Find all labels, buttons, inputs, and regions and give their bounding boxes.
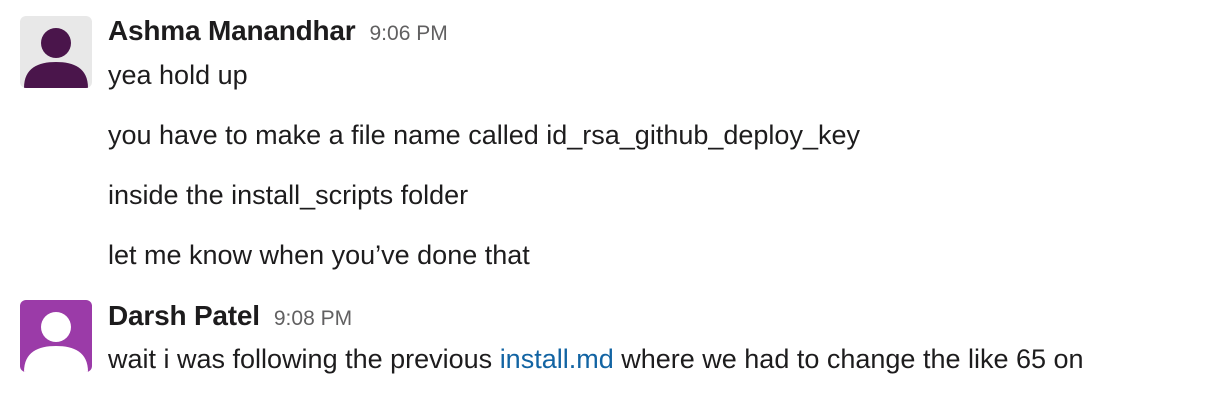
message-group-darsh: Darsh Patel 9:08 PM wait i was following … xyxy=(0,290,1226,404)
user-avatar-icon xyxy=(20,300,92,372)
sender-name[interactable]: Ashma Manandhar xyxy=(108,15,356,46)
message-text: inside the install_scripts folder xyxy=(108,180,469,210)
message-text-segment: wait i was following the previous xyxy=(108,344,500,374)
message-text: yea hold up xyxy=(108,60,248,90)
install-md-link[interactable]: install.md xyxy=(500,344,614,374)
message-text: wait i was following the previous instal… xyxy=(108,344,1084,375)
message-text: you have to make a file name called id_r… xyxy=(108,120,860,150)
message-text-segment: where we had to change the like 65 on xyxy=(613,344,1084,374)
timestamp[interactable]: 9:08 PM xyxy=(274,307,352,330)
message-group-ashma: Ashma Manandhar 9:06 PM yea hold up you h… xyxy=(0,0,1226,290)
avatar[interactable] xyxy=(20,16,92,88)
sender-name[interactable]: Darsh Patel xyxy=(108,300,260,331)
message-text: let me know when you’ve done that xyxy=(108,240,530,270)
message-header: Ashma Manandhar 9:06 PM xyxy=(108,15,448,47)
user-avatar-icon xyxy=(20,16,92,88)
message-header: Darsh Patel 9:08 PM xyxy=(108,300,352,332)
timestamp[interactable]: 9:06 PM xyxy=(370,22,448,45)
avatar[interactable] xyxy=(20,300,92,372)
